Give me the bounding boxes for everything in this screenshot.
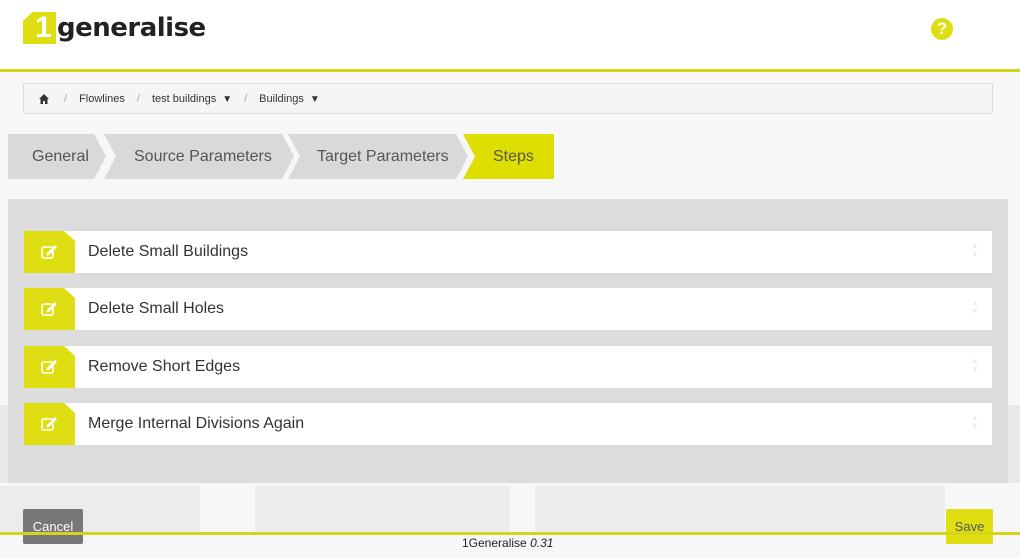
- breadcrumb: / Flowlines / test buildings ▼ / Building…: [23, 83, 993, 114]
- tab-label: Source Parameters: [134, 147, 272, 165]
- breadcrumb-item-flowlines[interactable]: Flowlines: [79, 93, 125, 105]
- step-item[interactable]: Delete Small Holes ▲ ▼: [24, 288, 992, 330]
- help-icon[interactable]: ?: [931, 18, 953, 40]
- logo-mark: 1: [23, 12, 56, 44]
- edit-step-button[interactable]: [24, 346, 75, 388]
- step-label: Delete Small Holes: [88, 300, 225, 317]
- breadcrumb-label: test buildings: [151, 92, 217, 105]
- tab-steps[interactable]: Steps: [463, 134, 554, 179]
- edit-step-button[interactable]: [24, 231, 75, 273]
- step-label: Remove Short Edges: [88, 358, 241, 375]
- save-button[interactable]: Save: [946, 509, 993, 544]
- cancel-button[interactable]: Cancel: [23, 509, 83, 544]
- edit-icon: [41, 360, 57, 374]
- step-label: Delete Small Buildings: [88, 243, 249, 260]
- footer-version: 1Generalise 0.31: [462, 536, 553, 550]
- tab-label: General: [32, 147, 89, 165]
- edit-icon: [41, 302, 57, 316]
- breadcrumb-separator: /: [64, 92, 68, 105]
- tab-target-parameters[interactable]: Target Parameters: [288, 134, 468, 179]
- version-number: 0.31: [530, 536, 554, 550]
- breadcrumb-item-buildings[interactable]: Buildings ▼: [259, 93, 320, 105]
- tab-label: Target Parameters: [317, 147, 449, 165]
- caret-down-icon: ▼: [309, 93, 320, 105]
- step-item[interactable]: Remove Short Edges ▲ ▼: [24, 346, 992, 388]
- step-item[interactable]: Delete Small Buildings ▲ ▼: [24, 231, 992, 273]
- caret-down-icon: ▼: [222, 93, 233, 105]
- step-item[interactable]: Merge Internal Divisions Again ▲ ▼: [24, 403, 992, 445]
- edit-icon: [41, 245, 57, 259]
- drag-handle-icon[interactable]: ▲ ▼: [970, 241, 980, 263]
- step-label: Merge Internal Divisions Again: [88, 415, 305, 432]
- breadcrumb-separator: /: [244, 92, 248, 105]
- breadcrumb-separator: /: [136, 92, 140, 105]
- logo-text: generalise: [57, 13, 206, 43]
- drag-handle-icon[interactable]: ▲ ▼: [970, 298, 980, 320]
- tab-label: Steps: [493, 147, 534, 165]
- edit-step-button[interactable]: [24, 288, 75, 330]
- drag-handle-icon[interactable]: ▲ ▼: [970, 356, 980, 378]
- breadcrumb-label: Buildings: [259, 92, 304, 105]
- footer-divider: [0, 532, 1020, 535]
- breadcrumb-item-test-buildings[interactable]: test buildings ▼: [152, 93, 232, 105]
- product-name: 1Generalise: [462, 536, 527, 550]
- edit-icon: [41, 417, 57, 431]
- edit-step-button[interactable]: [24, 403, 75, 445]
- tab-general[interactable]: General: [8, 134, 106, 179]
- app-logo[interactable]: 1 generalise: [23, 12, 206, 44]
- home-icon[interactable]: [38, 93, 50, 105]
- drag-handle-icon[interactable]: ▲ ▼: [970, 413, 980, 435]
- steps-panel: Delete Small Buildings ▲ ▼ Delete Small H…: [8, 199, 1008, 483]
- tab-source-parameters[interactable]: Source Parameters: [104, 134, 294, 179]
- app-header: 1 generalise ?: [0, 0, 1020, 72]
